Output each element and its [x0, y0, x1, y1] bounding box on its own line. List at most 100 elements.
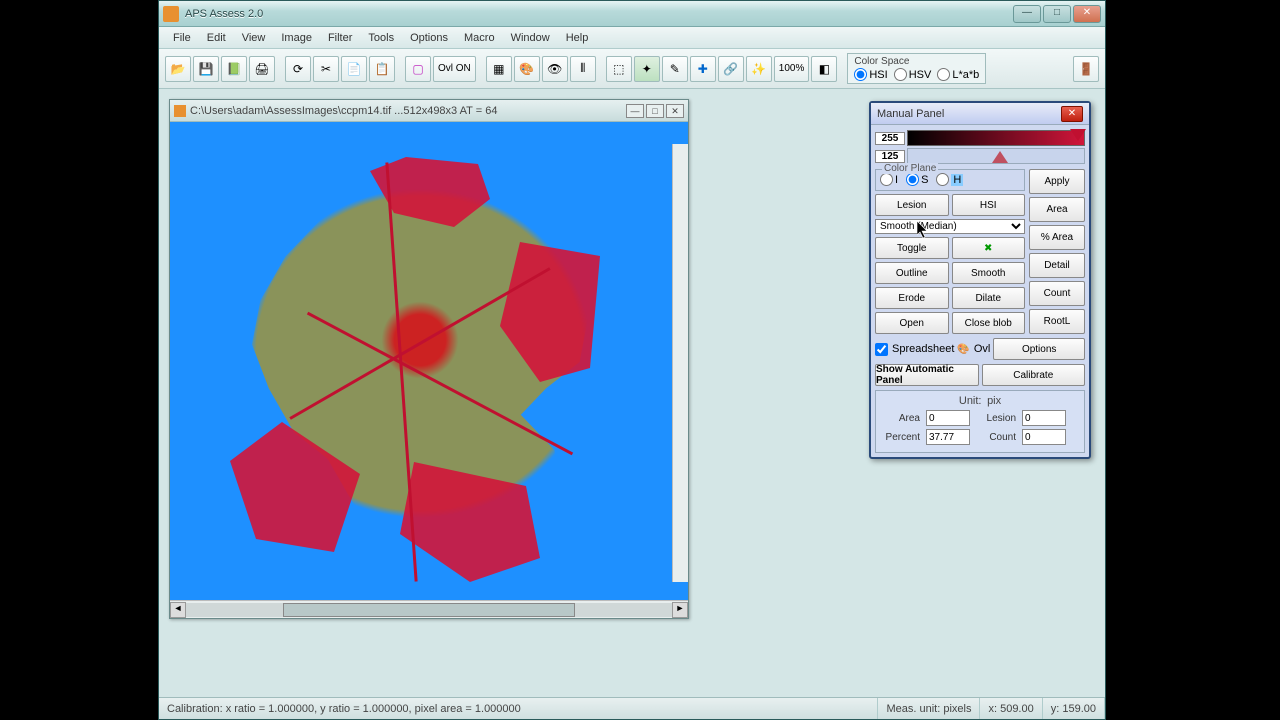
exit-icon[interactable]: 🚪 [1073, 56, 1099, 82]
wand-button[interactable]: ✖ [952, 237, 1026, 259]
menu-file[interactable]: File [165, 29, 199, 47]
status-calibration: Calibration: x ratio = 1.000000, y ratio… [159, 698, 878, 719]
close-button[interactable]: ✕ [1073, 5, 1101, 23]
threshold-low-track[interactable] [907, 148, 1085, 164]
smooth-button[interactable]: Smooth [952, 262, 1026, 284]
menu-macro[interactable]: Macro [456, 29, 503, 47]
cs-hsv[interactable]: HSV [894, 68, 932, 81]
threshold-high[interactable]: 255 [875, 132, 905, 145]
image-window: C:\Users\adam\AssessImages\ccpm14.tif ..… [169, 99, 689, 619]
cut-icon[interactable]: ✂ [313, 56, 339, 82]
colorspace-group: Color Space HSI HSV L*a*b [847, 53, 986, 84]
maximize-button[interactable]: □ [1043, 5, 1071, 23]
image-title: C:\Users\adam\AssessImages\ccpm14.tif ..… [190, 105, 626, 117]
img-minimize[interactable]: — [626, 104, 644, 118]
menu-tools[interactable]: Tools [360, 29, 402, 47]
closeblob-button[interactable]: Close blob [952, 312, 1026, 334]
dilate-button[interactable]: Dilate [952, 287, 1026, 309]
scroll-thumb[interactable] [283, 603, 575, 617]
area-field[interactable] [926, 410, 970, 426]
toggle-button[interactable]: Toggle [875, 237, 949, 259]
eye-icon[interactable]: 👁 [542, 56, 568, 82]
copy-icon[interactable]: 📄 [341, 56, 367, 82]
lesion-button[interactable]: Lesion [875, 194, 949, 216]
status-y: y: 159.00 [1043, 698, 1105, 719]
colormap-icon[interactable]: ◧ [811, 56, 837, 82]
menu-edit[interactable]: Edit [199, 29, 234, 47]
percent-field[interactable] [926, 429, 970, 445]
hscrollbar[interactable]: ◄ ► [170, 600, 688, 618]
toolbar: 📂 💾 📗 🖨 ⟳ ✂ 📄 📋 ▢ Ovl ON ▦ 🎨 👁 ⦀ ⬚ ✦ ✎ ✚… [159, 49, 1105, 89]
lesion-field[interactable] [1022, 410, 1066, 426]
cs-lab[interactable]: L*a*b [937, 68, 979, 81]
rect-select-icon[interactable]: ▢ [405, 56, 431, 82]
minimize-button[interactable]: — [1013, 5, 1041, 23]
scroll-right-icon[interactable]: ► [672, 602, 688, 618]
cp-i[interactable]: I [880, 173, 898, 186]
count-button[interactable]: Count [1029, 281, 1085, 306]
app-window: APS Assess 2.0 — □ ✕ File Edit View Imag… [158, 0, 1106, 720]
img-maximize[interactable]: □ [646, 104, 664, 118]
barcode-icon[interactable]: ⦀ [570, 56, 596, 82]
erode-button[interactable]: Erode [875, 287, 949, 309]
grid-icon[interactable]: ▦ [486, 56, 512, 82]
manual-panel: Manual Panel ✕ 255 125 [869, 101, 1091, 459]
overlay-toggle[interactable]: Ovl ON [433, 56, 476, 82]
doc-icon [174, 105, 186, 117]
client-area: C:\Users\adam\AssessImages\ccpm14.tif ..… [159, 89, 1105, 697]
hsi-button[interactable]: HSI [952, 194, 1026, 216]
threshold-low[interactable]: 125 [875, 150, 905, 163]
vscrollbar[interactable] [672, 144, 688, 582]
marker-high-icon[interactable] [1070, 129, 1086, 141]
cs-hsi[interactable]: HSI [854, 68, 887, 81]
img-close[interactable]: ✕ [666, 104, 684, 118]
outline-button[interactable]: Outline [875, 262, 949, 284]
rootl-button[interactable]: RootL [1029, 309, 1085, 334]
menu-view[interactable]: View [234, 29, 274, 47]
panel-close-button[interactable]: ✕ [1061, 106, 1083, 122]
count-field[interactable] [1022, 429, 1066, 445]
menu-help[interactable]: Help [558, 29, 597, 47]
statusbar: Calibration: x ratio = 1.000000, y ratio… [159, 697, 1105, 719]
spreadsheet-check[interactable]: Spreadsheet [875, 338, 954, 360]
colorplane-group: Color Plane I S H [875, 169, 1025, 191]
show-automatic-button[interactable]: Show Automatic Panel [875, 364, 979, 386]
pctarea-button[interactable]: % Area [1029, 225, 1085, 250]
options-button[interactable]: Options [993, 338, 1085, 360]
sparkle-icon[interactable]: ✨ [746, 56, 772, 82]
palette-icon[interactable]: 🎨 [514, 56, 540, 82]
status-unit: Meas. unit: pixels [878, 698, 980, 719]
menu-filter[interactable]: Filter [320, 29, 360, 47]
print-icon[interactable]: 🖨 [249, 56, 275, 82]
cp-h[interactable]: H [936, 173, 963, 186]
marquee-icon[interactable]: ⬚ [606, 56, 632, 82]
apply-button[interactable]: Apply [1029, 169, 1085, 194]
refresh-icon[interactable]: ⟳ [285, 56, 311, 82]
menu-options[interactable]: Options [402, 29, 456, 47]
marker-low-icon[interactable] [992, 151, 1008, 163]
zoom-level[interactable]: 100% [774, 56, 810, 82]
smooth-combo[interactable]: Smooth (Median) [875, 219, 1025, 234]
menu-image[interactable]: Image [273, 29, 320, 47]
book-icon[interactable]: 📗 [221, 56, 247, 82]
image-canvas[interactable] [170, 122, 688, 600]
link-icon[interactable]: 🔗 [718, 56, 744, 82]
dropper-icon[interactable]: ✎ [662, 56, 688, 82]
wand-icon[interactable]: ✦ [634, 56, 660, 82]
status-x: x: 509.00 [980, 698, 1042, 719]
open-icon[interactable]: 📂 [165, 56, 191, 82]
ovl-check[interactable]: 🎨 Ovl [957, 338, 990, 360]
crosshair-icon[interactable]: ✚ [690, 56, 716, 82]
cp-s[interactable]: S [906, 173, 928, 186]
calibrate-button[interactable]: Calibrate [982, 364, 1086, 386]
detail-button[interactable]: Detail [1029, 253, 1085, 278]
save-icon[interactable]: 💾 [193, 56, 219, 82]
menu-window[interactable]: Window [503, 29, 558, 47]
area-button[interactable]: Area [1029, 197, 1085, 222]
colorspace-label: Color Space [854, 56, 979, 67]
paste-icon[interactable]: 📋 [369, 56, 395, 82]
threshold-gradient[interactable] [907, 130, 1085, 146]
menubar: File Edit View Image Filter Tools Option… [159, 27, 1105, 49]
scroll-left-icon[interactable]: ◄ [170, 602, 186, 618]
open-button[interactable]: Open [875, 312, 949, 334]
